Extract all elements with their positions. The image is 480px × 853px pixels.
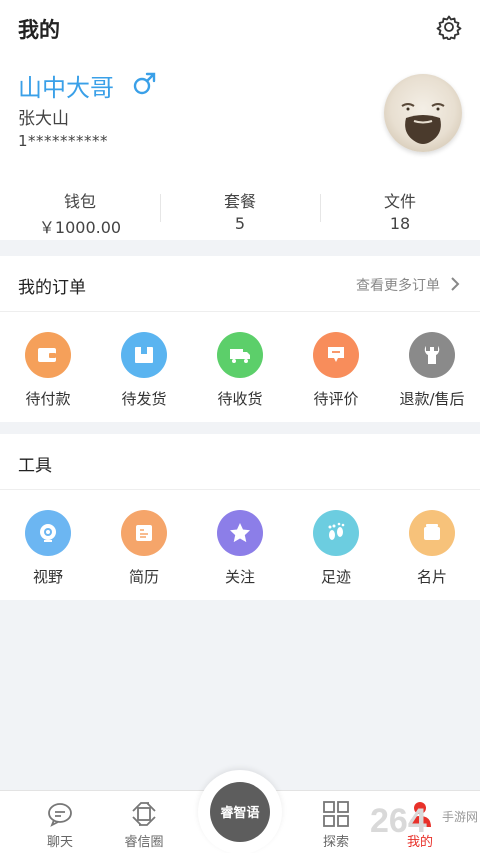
order-pending-review[interactable]: 待评价 <box>288 312 384 422</box>
tool-resume[interactable]: 简历 <box>96 490 192 600</box>
stat-label: 钱包 <box>63 192 96 211</box>
stats-row: 钱包 ￥1000.00 套餐 5 文件 18 <box>0 176 480 240</box>
grid-icon <box>323 801 349 827</box>
view-more-orders-link[interactable]: 查看更多订单 <box>356 275 440 295</box>
orders-header[interactable]: 我的订单 查看更多订单 <box>0 256 480 312</box>
chat-icon <box>48 803 72 827</box>
circle-badge <box>409 332 455 378</box>
circle-badge <box>121 510 167 556</box>
stat-package[interactable]: 套餐 5 <box>160 176 320 240</box>
order-refund-aftersale[interactable]: 退款/售后 <box>384 312 480 422</box>
chevron-right-icon[interactable] <box>448 276 462 292</box>
page-title: 我的 <box>18 18 60 42</box>
tool-follow[interactable]: 关注 <box>192 490 288 600</box>
wrench-icon <box>424 346 440 364</box>
order-pending-payment[interactable]: 待付款 <box>0 312 96 422</box>
order-pending-receipt[interactable]: 待收货 <box>192 312 288 422</box>
circle-badge <box>217 510 263 556</box>
orders-grid: 待付款 待发货 待收货 待评价 退款/售后 <box>0 312 480 422</box>
tool-label: 名片 <box>416 568 447 586</box>
tools-title: 工具 <box>18 456 52 476</box>
tool-vision[interactable]: 视野 <box>0 490 96 600</box>
tool-label: 足迹 <box>320 568 351 586</box>
star-icon <box>230 523 250 543</box>
tool-label: 关注 <box>224 568 255 586</box>
stat-value: ￥1000.00 <box>38 218 122 237</box>
circle-badge <box>313 510 359 556</box>
stat-value: 18 <box>389 214 411 233</box>
tab-moments[interactable]: 睿信圈 <box>96 791 192 853</box>
circle-badge <box>313 332 359 378</box>
settings-gear-icon[interactable] <box>436 14 462 42</box>
circle-badge <box>217 332 263 378</box>
circle-badge <box>25 510 71 556</box>
tool-label: 简历 <box>128 568 159 586</box>
tab-label: 睿信圈 <box>124 835 164 850</box>
watermark: 264 手游网 <box>370 800 480 850</box>
male-gender-icon <box>132 70 158 96</box>
avatar[interactable] <box>384 74 462 152</box>
card-icon <box>424 524 440 540</box>
orders-card: 我的订单 查看更多订单 待付款 待发货 待收货 待评价 退款/售后 <box>0 256 480 422</box>
moments-icon <box>132 802 156 826</box>
center-logo: 睿智语 <box>210 782 270 842</box>
order-label: 待发货 <box>121 390 167 408</box>
watermark-text: 手游网 <box>442 810 479 824</box>
stat-label: 文件 <box>383 192 416 211</box>
top-bar: 我的 <box>0 0 480 56</box>
order-label: 待付款 <box>25 390 71 408</box>
tools-grid: 视野 简历 关注 足迹 名片 <box>0 490 480 600</box>
order-label: 待收货 <box>217 390 263 408</box>
order-pending-shipment[interactable]: 待发货 <box>96 312 192 422</box>
tools-header: 工具 <box>0 434 480 490</box>
camera-icon <box>40 524 56 542</box>
stat-wallet[interactable]: 钱包 ￥1000.00 <box>0 176 160 240</box>
resume-icon <box>136 525 152 541</box>
stat-label: 套餐 <box>223 192 256 211</box>
comment-icon <box>328 347 344 362</box>
orders-title: 我的订单 <box>18 278 86 298</box>
box-icon <box>135 347 153 363</box>
watermark-number: 264 <box>370 802 427 840</box>
order-label: 待评价 <box>313 390 359 408</box>
wallet-icon <box>38 348 56 362</box>
user-real-name: 张大山 <box>18 109 69 129</box>
order-label: 退款/售后 <box>399 390 465 408</box>
center-label: 睿智语 <box>220 806 260 821</box>
tool-business-card[interactable]: 名片 <box>384 490 480 600</box>
stat-files[interactable]: 文件 18 <box>320 176 480 240</box>
stat-value: 5 <box>234 214 246 233</box>
tool-footprint[interactable]: 足迹 <box>288 490 384 600</box>
footprint-icon <box>328 522 345 540</box>
user-nickname: 山中大哥 <box>18 74 114 102</box>
tab-label: 聊天 <box>46 835 73 850</box>
tools-card: 工具 视野 简历 关注 足迹 名片 <box>0 434 480 600</box>
circle-badge <box>409 510 455 556</box>
tab-chat[interactable]: 聊天 <box>12 791 108 853</box>
circle-badge <box>25 332 71 378</box>
truck-icon <box>230 349 250 363</box>
center-smart-button[interactable]: 睿智语 <box>198 770 282 853</box>
user-phone: 1********** <box>18 132 109 150</box>
tool-label: 视野 <box>32 568 63 586</box>
profile-card: 山中大哥 张大山 1********** 钱包 ￥1000.00 套餐 5 文件… <box>0 56 480 240</box>
circle-badge <box>121 332 167 378</box>
